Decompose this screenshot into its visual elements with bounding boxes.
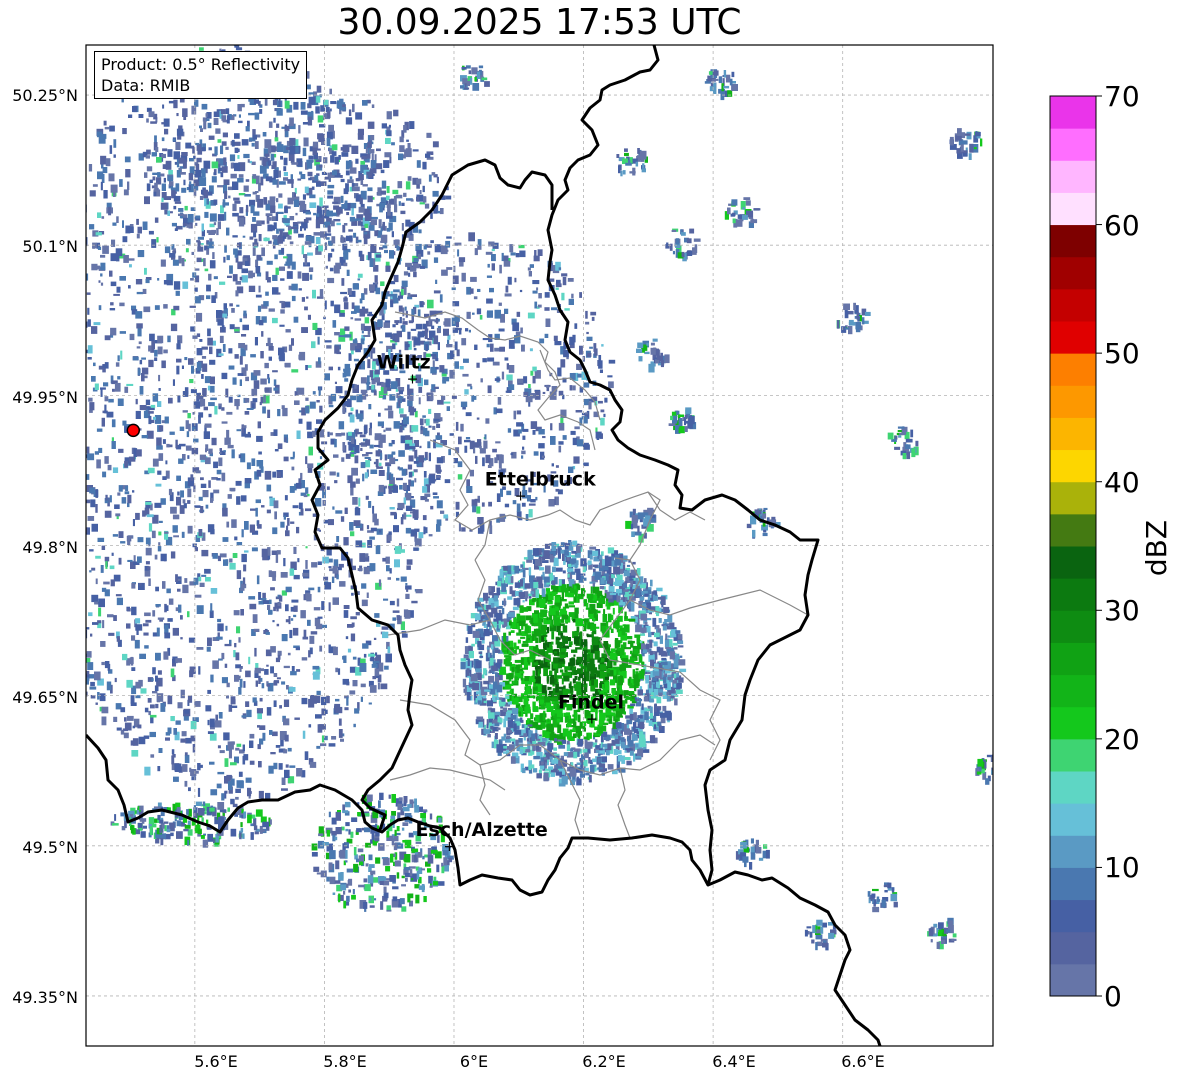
- colorbar-tick-label: 10: [1104, 851, 1140, 884]
- gridlines: [86, 45, 993, 1046]
- colorbar-tick-label: 0: [1104, 980, 1122, 1013]
- product-text: Product: 0.5° Reflectivity: [101, 55, 301, 74]
- colorbar-tick-label: 50: [1104, 337, 1140, 370]
- colorbar-segment: [1050, 417, 1096, 451]
- city-label: Esch/Alzette: [416, 819, 548, 841]
- data-source-text: Data: RMIB: [101, 76, 191, 95]
- colorbar-segment: [1050, 963, 1096, 997]
- lat-label: 50.25°N: [12, 86, 78, 105]
- colorbar-segment: [1050, 899, 1096, 933]
- colorbar-segment: [1050, 128, 1096, 161]
- colorbar-segment: [1050, 288, 1096, 322]
- colorbar-segment: [1050, 192, 1096, 226]
- colorbar-tick-label: 60: [1104, 209, 1140, 242]
- city-label: Ettelbruck: [485, 468, 596, 490]
- colorbar-tick-label: 70: [1104, 80, 1140, 113]
- colorbar-ticks: [1096, 95, 1102, 997]
- colorbar-segment: [1050, 610, 1096, 643]
- radar-map: +Wiltz+Ettelbruck+Findel+Esch/Alzette: [85, 44, 1102, 1047]
- lat-label: 50.1°N: [22, 237, 78, 256]
- city-marker: +: [407, 371, 419, 387]
- lon-label: 5.8°E: [323, 1052, 367, 1071]
- lat-label: 49.65°N: [12, 688, 78, 707]
- lon-label: 6°E: [459, 1052, 489, 1071]
- colorbar-segment: [1050, 706, 1096, 740]
- lon-label: 6.2°E: [582, 1052, 626, 1071]
- city-marker: +: [444, 839, 456, 855]
- lat-label: 49.95°N: [12, 388, 78, 407]
- colorbar-segment: [1050, 513, 1096, 547]
- colorbar-segment: [1050, 96, 1096, 129]
- city-marker: +: [586, 712, 598, 728]
- lat-label: 49.8°N: [22, 538, 78, 557]
- colorbar-segment: [1050, 867, 1096, 901]
- colorbar-segment: [1050, 449, 1096, 483]
- city-marker: +: [515, 488, 527, 504]
- colorbar-segment: [1050, 931, 1096, 965]
- colorbar-segment: [1050, 481, 1096, 515]
- city-label: Wiltz: [377, 351, 431, 373]
- colorbar-segment: [1050, 578, 1096, 611]
- colorbar-segment: [1050, 224, 1096, 258]
- colorbar-tick-label: 40: [1104, 466, 1140, 499]
- lon-label: 6.6°E: [841, 1052, 885, 1071]
- colorbar-segment: [1050, 642, 1096, 676]
- radar-site-marker: [126, 423, 141, 438]
- colorbar-segment: [1050, 353, 1096, 386]
- info-box: Product: 0.5° Reflectivity Data: RMIB: [94, 51, 308, 99]
- city-label: Findel: [558, 692, 624, 714]
- colorbar-tick-label: 20: [1104, 723, 1140, 756]
- colorbar-segment: [1050, 546, 1096, 579]
- colorbar-segment: [1050, 385, 1096, 418]
- colorbar-title: dBZ: [1140, 519, 1173, 577]
- lon-label: 5.6°E: [194, 1052, 238, 1071]
- lon-label: 6.4°E: [712, 1052, 756, 1071]
- colorbar: [1050, 96, 1096, 997]
- colorbar-segment: [1050, 256, 1096, 290]
- colorbar-segment: [1050, 738, 1096, 772]
- colorbar-segment: [1050, 803, 1096, 836]
- colorbar-segment: [1050, 321, 1096, 354]
- colorbar-segment: [1050, 771, 1096, 804]
- colorbar-segment: [1050, 160, 1096, 193]
- lat-label: 49.35°N: [12, 988, 78, 1007]
- colorbar-tick-label: 30: [1104, 594, 1140, 627]
- colorbar-segment: [1050, 674, 1096, 708]
- lat-label: 49.5°N: [22, 838, 78, 857]
- colorbar-segment: [1050, 835, 1096, 868]
